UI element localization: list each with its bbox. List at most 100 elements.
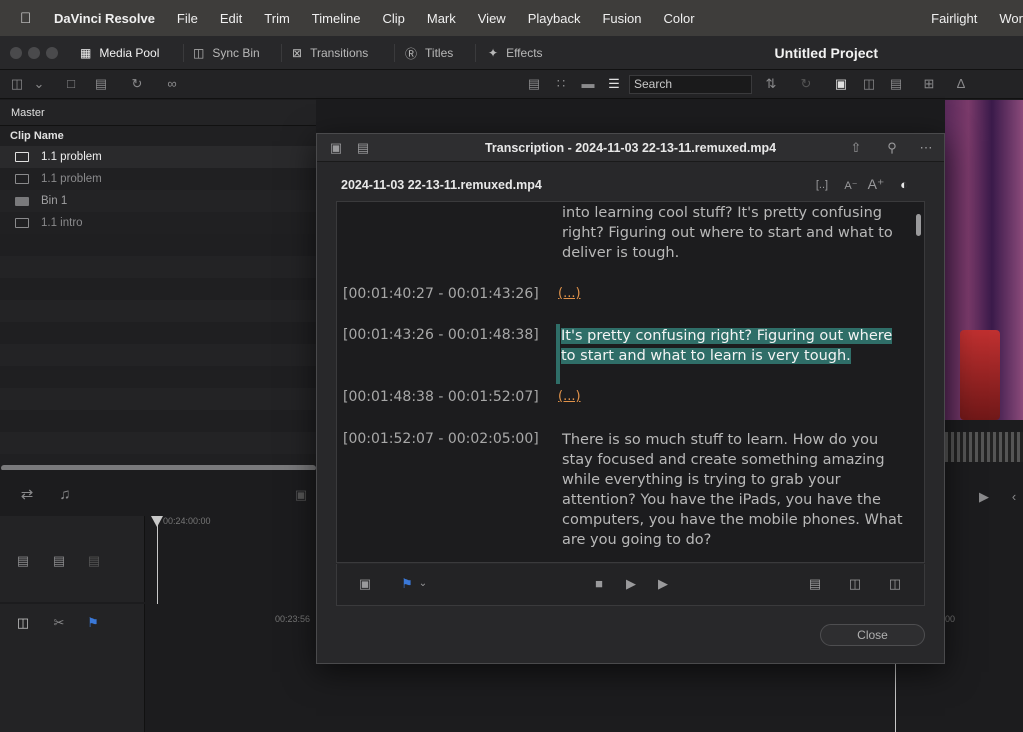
playhead[interactable] — [157, 516, 158, 604]
menu-timeline[interactable]: Timeline — [301, 11, 372, 26]
refresh-icon[interactable]: ↻ — [797, 75, 815, 93]
tab-titles[interactable]: Ⓡ Titles — [405, 36, 453, 70]
segment-timestamp: [00:01:40:27 - 00:01:43:26] — [343, 286, 539, 302]
chevron-down-icon[interactable]: ⌄ — [30, 75, 48, 93]
window-close-button[interactable] — [10, 47, 22, 59]
grid-view-icon[interactable]: ∷ — [552, 75, 570, 93]
apple-icon[interactable]:  — [20, 10, 40, 27]
track-lock-icon[interactable]: ▤ — [14, 552, 32, 570]
compare-icon[interactable]: ◫ — [860, 75, 878, 93]
sort-icon[interactable]: ⇅ — [762, 75, 780, 93]
list-item[interactable]: Bin 1 — [0, 190, 316, 212]
track-audio-icon[interactable]: ▤ — [85, 552, 103, 570]
vertical-scrollbar[interactable] — [916, 214, 921, 236]
metadata-view-icon[interactable]: ▤ — [525, 75, 543, 93]
panel-toggle-icon[interactable]: ◫ — [8, 75, 26, 93]
transcript-segment-text-selected[interactable]: It's pretty confusing right? Figuring ou… — [561, 326, 895, 366]
silence-marker[interactable]: (...) — [558, 286, 581, 301]
export-icon[interactable]: ⇧ — [847, 139, 865, 157]
decrease-font-icon[interactable]: A⁻ — [842, 177, 860, 195]
chevron-down-icon[interactable]: ⌄ — [413, 575, 433, 593]
menu-edit[interactable]: Edit — [209, 11, 253, 26]
transcript-text-area[interactable]: into learning cool stuff? It's pretty co… — [336, 201, 925, 563]
menu-trim[interactable]: Trim — [253, 11, 301, 26]
new-file-icon[interactable]: □ — [62, 75, 80, 93]
overwrite-icon[interactable]: ▣ — [292, 486, 310, 504]
list-item[interactable]: 1.1 problem — [0, 168, 316, 190]
insert-to-timeline-icon[interactable]: ▣ — [355, 575, 375, 593]
menu-fairlight[interactable]: Fairlight — [920, 11, 988, 26]
scissors-icon[interactable]: ✂ — [50, 614, 68, 632]
transcription-dialog: ▣ ▤ Transcription - 2024-11-03 22-13-11.… — [316, 133, 945, 664]
filmstrip-view-icon[interactable]: ▬ — [579, 75, 597, 93]
clip-view-icon[interactable]: ◫ — [14, 614, 32, 632]
menu-clip[interactable]: Clip — [371, 11, 415, 26]
transcript-segment-text[interactable]: There is so much stuff to learn. How do … — [562, 430, 912, 550]
tab-media-pool[interactable]: ▦ Media Pool — [80, 36, 159, 70]
layout-icon[interactable]: ▤ — [887, 75, 905, 93]
grid-icon[interactable]: ⊞ — [920, 75, 938, 93]
list-item[interactable]: 1.1 intro — [0, 212, 316, 234]
menu-workspace[interactable]: Wor — [988, 11, 1023, 26]
tab-effects[interactable]: ✦ Effects — [488, 36, 543, 70]
track-link-icon[interactable]: ▤ — [50, 552, 68, 570]
column-header-clip-name[interactable]: Clip Name — [0, 128, 316, 146]
audio-icon[interactable]: ∆ — [952, 75, 970, 93]
menu-view[interactable]: View — [467, 11, 517, 26]
divider — [281, 44, 282, 62]
timeline-icon — [15, 218, 29, 228]
viewer-object — [960, 330, 1000, 420]
window-minimize-button[interactable] — [28, 47, 40, 59]
track-header: ▤ ▤ ▤ — [0, 516, 145, 602]
contrast-icon[interactable]: ◐ — [895, 176, 913, 194]
list-item[interactable]: 1.1 problem — [0, 146, 316, 168]
silence-marker[interactable]: (...) — [558, 389, 581, 404]
close-button[interactable]: Close — [820, 624, 925, 646]
selected-text: It's pretty confusing right? Figuring ou… — [561, 328, 893, 364]
playhead-handle[interactable] — [151, 516, 163, 527]
chevron-left-icon[interactable]: ‹ — [1005, 488, 1023, 506]
flag-icon[interactable]: ⚑ — [84, 614, 102, 632]
menu-mark[interactable]: Mark — [416, 11, 467, 26]
tab-transitions[interactable]: ⊠ Transitions — [292, 36, 368, 70]
insert-clip-icon[interactable]: ⇄ — [18, 486, 36, 504]
bin-header[interactable]: Master — [0, 100, 316, 126]
play-selection-icon[interactable]: ▶ — [653, 575, 673, 593]
lower-track-header: ◫ ✂ ⚑ — [0, 604, 145, 732]
menu-file[interactable]: File — [166, 11, 209, 26]
link-icon[interactable]: ∞ — [163, 75, 181, 93]
append-selection-icon[interactable]: ◫ — [885, 575, 905, 593]
play-icon[interactable]: ▶ — [621, 575, 641, 593]
audio-waveform — [945, 432, 1023, 462]
menu-fusion[interactable]: Fusion — [591, 11, 652, 26]
remove-silence-icon[interactable]: [..] — [813, 176, 831, 194]
timeline-ruler[interactable]: 00:24:00:00 — [145, 516, 317, 530]
menu-app-name[interactable]: DaVinci Resolve — [54, 11, 166, 26]
tab-sync-bin[interactable]: ◫ Sync Bin — [193, 36, 260, 70]
sync-icon[interactable]: ↻ — [128, 75, 146, 93]
media-pool-icon: ▦ — [80, 46, 92, 60]
window-zoom-button[interactable] — [46, 47, 58, 59]
more-options-icon[interactable]: ⋯ — [917, 139, 935, 157]
play-forward-icon[interactable]: ▶ — [975, 488, 993, 506]
transitions-icon: ⊠ — [292, 46, 303, 60]
subtitle-icon[interactable]: ▤ — [805, 575, 825, 593]
menu-color[interactable]: Color — [652, 11, 705, 26]
search-icon[interactable]: ⚲ — [883, 139, 901, 157]
list-view-icon[interactable]: ☰ — [605, 75, 623, 93]
tab-titles-label: Titles — [425, 46, 454, 60]
divider — [475, 44, 476, 62]
insert-selection-icon[interactable]: ◫ — [845, 575, 865, 593]
increase-font-icon[interactable]: A⁺ — [867, 175, 885, 193]
transcript-segment-text[interactable]: into learning cool stuff? It's pretty co… — [562, 203, 912, 263]
divider — [394, 44, 395, 62]
audio-insert-icon[interactable]: ♫ — [56, 486, 74, 504]
clip-name: 1.1 problem — [41, 151, 102, 163]
search-input[interactable]: Search — [629, 75, 752, 94]
new-bin-icon[interactable]: ▤ — [92, 75, 110, 93]
menu-playback[interactable]: Playback — [517, 11, 592, 26]
image-view-icon[interactable]: ▣ — [832, 75, 850, 93]
list-stripe — [0, 256, 316, 278]
media-pool-toolbar: ◫ ⌄ □ ▤ ↻ ∞ ▤ ∷ ▬ ☰ Search ⇅ ↻ ▣ ◫ ▤ ⊞ ∆ — [0, 70, 1023, 99]
stop-icon[interactable]: ■ — [589, 575, 609, 593]
